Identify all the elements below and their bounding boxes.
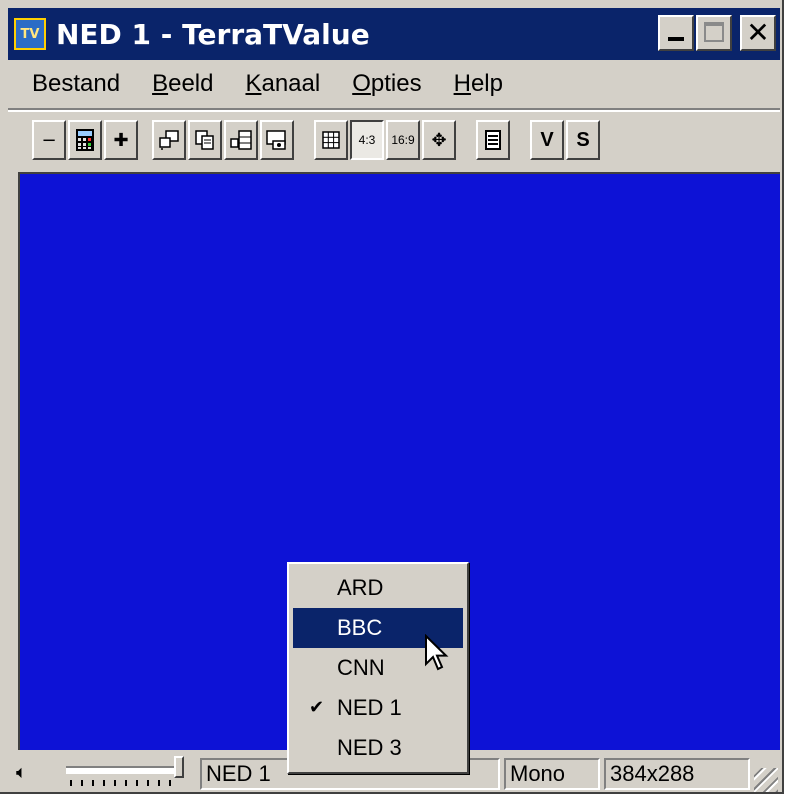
channel-item-label: NED 3 [337,735,402,760]
s-button[interactable]: S [566,120,600,160]
v-button-label: V [540,128,554,151]
channel-item-ned3[interactable]: NED 3 [293,728,463,768]
channel-up-button[interactable]: ✚ [104,120,138,160]
tv-app-icon[interactable]: TV [14,18,46,50]
aspect-16-9-label: 16:9 [391,133,415,147]
channel-down-button[interactable]: − [32,120,66,160]
capture-icon [266,130,286,150]
menu-beeld-mnemonic: B [152,70,169,97]
checkmark-icon: ✔ [309,697,325,718]
toolbar-separator [8,108,780,112]
grid-icon [322,131,340,149]
volume-slider-ticks [70,780,178,786]
mouse-pointer-icon [425,634,449,671]
close-button[interactable]: ✕ [740,15,776,51]
volume-slider-thumb[interactable] [174,756,184,778]
calculator-icon [76,129,94,151]
channel-list-button[interactable] [68,120,102,160]
channel-item-ned1[interactable]: ✔ NED 1 [293,688,463,728]
move-button[interactable]: ✥ [422,120,456,160]
minimize-icon [668,37,684,41]
status-resolution: 384x288 [604,758,750,790]
menu-beeld-label: eeld [168,70,214,97]
grid-button[interactable] [314,120,348,160]
snapshot-icon [159,130,179,150]
filmstrip-button[interactable] [224,120,258,160]
teletext-button[interactable] [476,120,510,160]
menu-opties[interactable]: Opties [352,70,421,98]
menu-help-label: elp [470,70,503,97]
volume-slider-track[interactable] [66,766,178,774]
toolbar: − ✚ 4:3 16:9 ✥ V S [8,114,780,168]
channel-item-label: BBC [337,615,383,640]
menu-opties-label: pties [370,70,422,97]
copy-icon [195,130,214,150]
filmstrip-icon [230,130,252,150]
menu-kanaal-label: anaal [261,70,321,97]
maximize-icon [704,22,724,42]
menu-help-mnemonic: H [453,70,471,97]
plus-icon: ✚ [113,129,129,151]
title-bar[interactable]: TV NED 1 - TerraTValue ✕ [8,8,780,60]
channel-item-label: CNN [337,655,385,680]
resize-grip[interactable] [754,768,778,792]
close-icon: ✕ [746,16,770,49]
s-button-label: S [576,128,590,151]
menu-bar: Bestand Beeld Kanaal Opties Help [8,62,780,106]
app-icon-label: TV [20,26,40,42]
v-button[interactable]: V [530,120,564,160]
channel-item-label: NED 1 [337,695,402,720]
menu-kanaal-mnemonic: K [245,70,262,97]
teletext-icon [485,130,501,150]
capture-button[interactable] [260,120,294,160]
maximize-button[interactable] [696,15,732,51]
window-title: NED 1 - TerraTValue [56,17,370,51]
snapshot-button[interactable] [152,120,186,160]
aspect-4-3-label: 4:3 [358,133,376,147]
channel-item-ard[interactable]: ARD [293,568,463,608]
minimize-button[interactable] [658,15,694,51]
aspect-4-3-button[interactable]: 4:3 [350,120,384,160]
move-icon: ✥ [431,129,447,151]
aspect-16-9-button[interactable]: 16:9 [386,120,420,160]
menu-kanaal[interactable]: Kanaal [245,70,320,98]
menu-bestand[interactable]: Bestand [32,70,120,98]
speaker-icon[interactable]: 🔈︎ [16,762,27,783]
minus-icon: − [41,129,57,151]
status-audio-mode: Mono [504,758,600,790]
copy-button[interactable] [188,120,222,160]
menu-beeld[interactable]: Beeld [152,70,213,98]
menu-bestand-label: Bestand [32,70,121,97]
menu-opties-mnemonic: O [352,70,371,97]
channel-item-label: ARD [337,575,384,600]
menu-help[interactable]: Help [454,70,503,98]
